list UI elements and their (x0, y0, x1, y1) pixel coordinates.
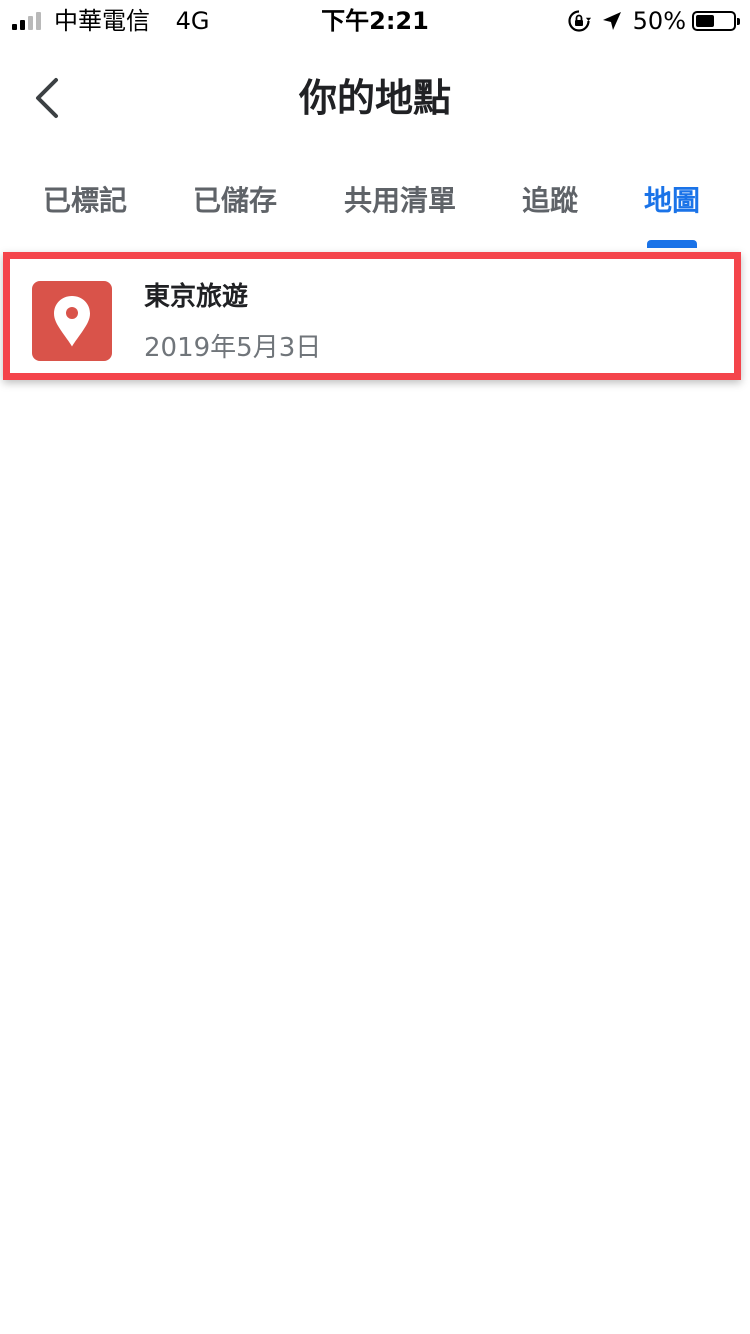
status-right-group: 50% (567, 6, 740, 36)
list-item[interactable]: 東京旅遊 2019年5月3日 (0, 248, 750, 398)
tab-maps[interactable]: 地圖 (644, 170, 700, 248)
tab-bar: 已標記 已儲存 共用清單 追蹤 地圖 (0, 170, 750, 248)
tab-label: 共用清單 (344, 184, 457, 217)
tab-shared-lists[interactable]: 共用清單 (344, 170, 456, 248)
tab-label: 已標記 (43, 184, 128, 217)
active-tab-indicator (647, 240, 697, 248)
tab-label: 地圖 (644, 184, 701, 217)
tab-saved[interactable]: 已儲存 (193, 170, 277, 248)
battery-icon (692, 11, 740, 31)
tab-label: 已儲存 (193, 184, 278, 217)
location-arrow-icon (601, 10, 623, 32)
battery-percent: 50% (632, 7, 686, 35)
tab-labeled[interactable]: 已標記 (43, 170, 127, 248)
selection-highlight (3, 252, 741, 380)
map-title: 東京旅遊 (144, 282, 249, 312)
map-pin-icon (54, 296, 90, 347)
page-title: 你的地點 (298, 76, 451, 120)
map-date: 2019年5月3日 (144, 333, 322, 363)
tab-following[interactable]: 追蹤 (522, 170, 578, 248)
rotation-lock-icon (567, 9, 591, 33)
map-thumbnail (32, 281, 112, 361)
status-bar: 中華電信 4G 下午2:21 50% (0, 0, 750, 40)
tab-label: 追蹤 (522, 184, 579, 217)
battery-fill (696, 15, 714, 27)
header: 你的地點 (0, 60, 750, 136)
